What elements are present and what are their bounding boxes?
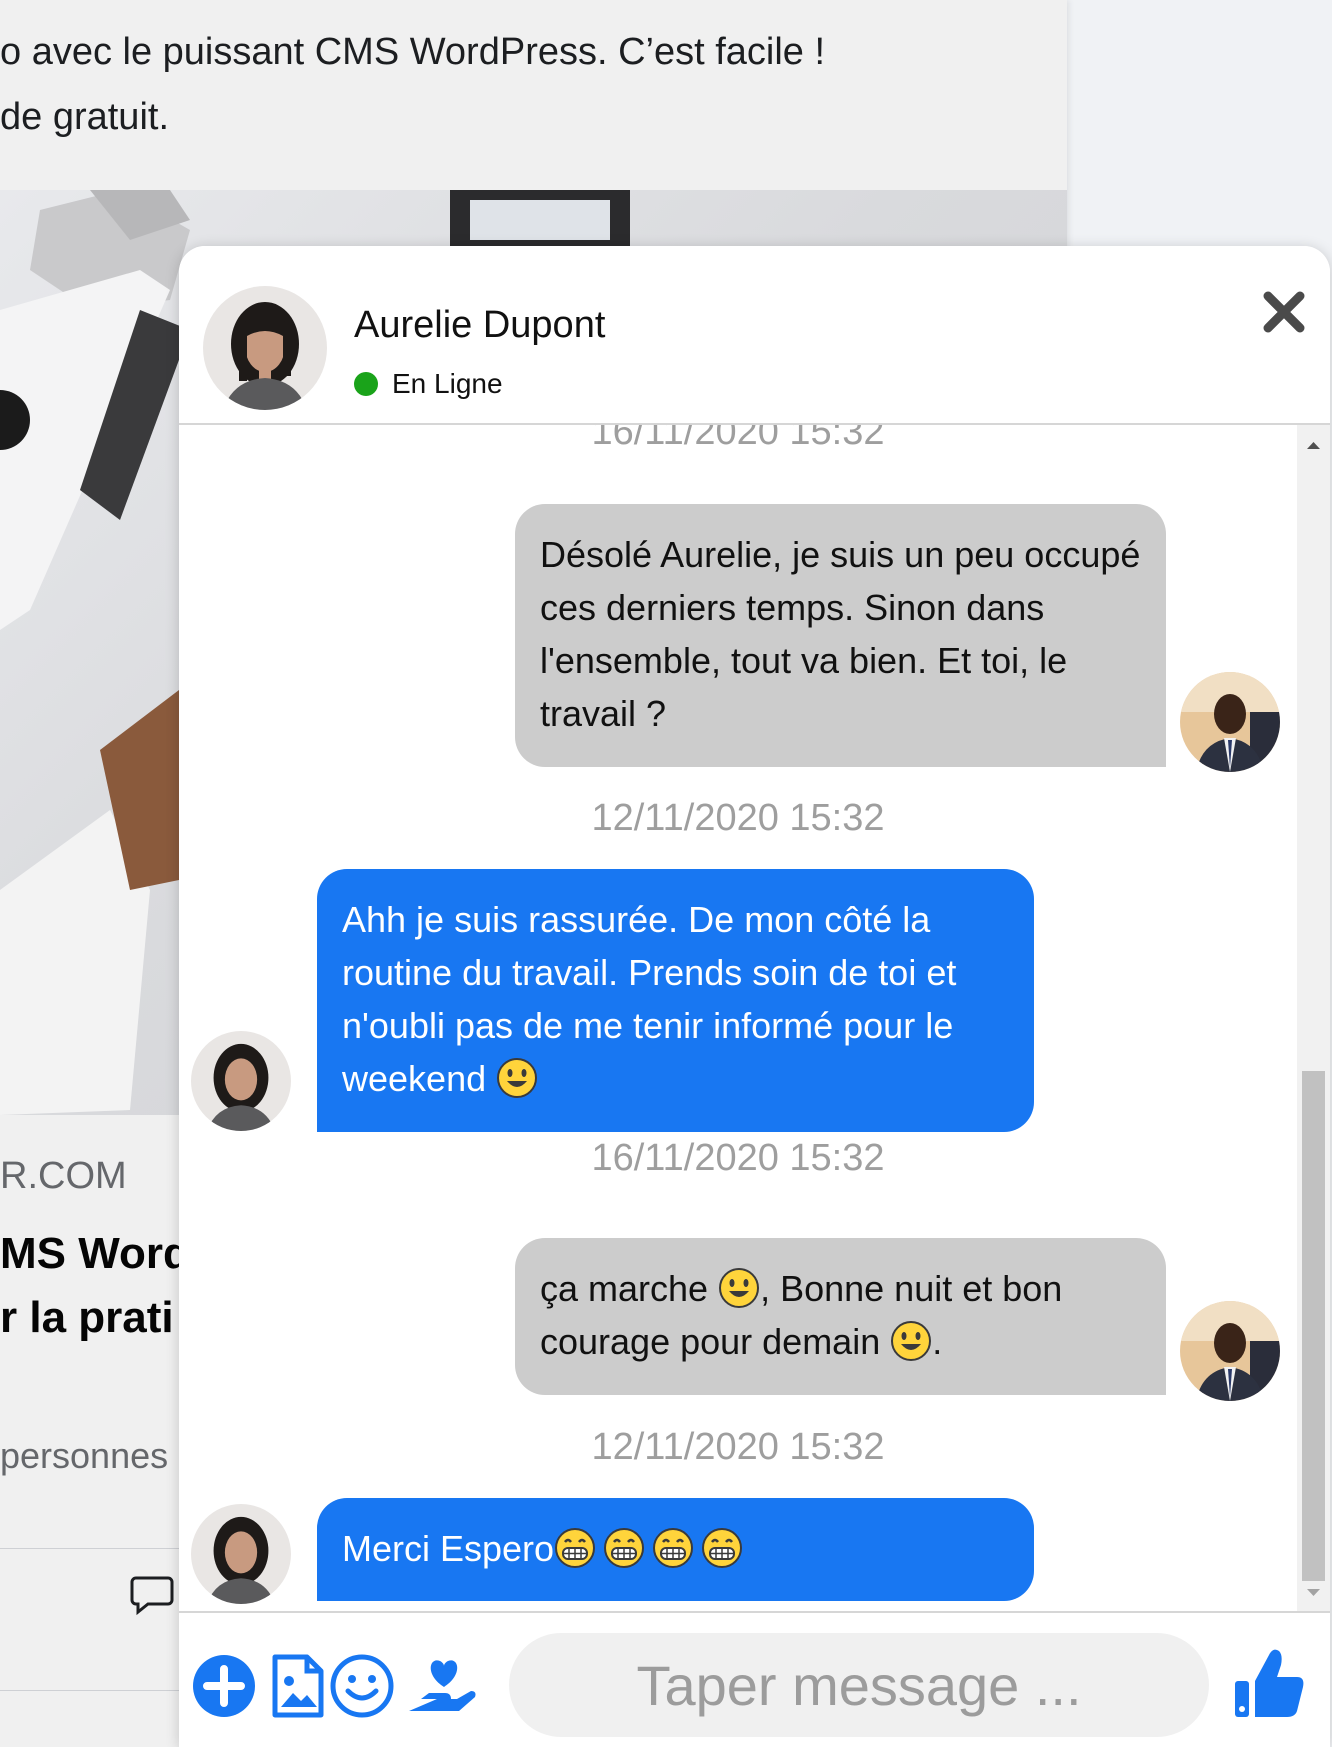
- outgoing-message[interactable]: Désolé Aurelie, je suis un peu occupé ce…: [515, 504, 1166, 767]
- chat-window: Aurelie Dupont En Ligne 16/11/2020 15:32…: [179, 246, 1330, 1747]
- online-dot-icon: [354, 372, 378, 396]
- contact-avatar[interactable]: [203, 286, 327, 410]
- grin-emoji-icon: [702, 1528, 743, 1568]
- grin-emoji-icon: [555, 1528, 596, 1568]
- contact-name: Aurelie Dupont: [354, 304, 606, 346]
- smiley-emoji-icon: [497, 1058, 538, 1098]
- message-timestamp: 16/11/2020 15:32: [591, 425, 885, 453]
- message-input[interactable]: [509, 1633, 1209, 1737]
- online-status: En Ligne: [354, 368, 503, 400]
- post-title[interactable]: MS Word r la prati: [0, 1222, 190, 1350]
- grin-emoji-icon: [653, 1528, 694, 1568]
- incoming-message[interactable]: Merci Espero: [317, 1498, 1034, 1601]
- scroll-down-arrow-icon[interactable]: [1297, 1583, 1330, 1603]
- user-avatar[interactable]: [1180, 672, 1280, 772]
- plus-circle-icon[interactable]: [191, 1653, 257, 1719]
- message-timestamp: 12/11/2020 15:32: [591, 797, 885, 839]
- smiley-emoji-icon: [719, 1268, 760, 1308]
- thumbs-up-icon[interactable]: [1229, 1643, 1309, 1723]
- outgoing-message[interactable]: ça marche , Bonne nuit et bon courage po…: [515, 1238, 1166, 1395]
- chat-header: Aurelie Dupont En Ligne: [179, 246, 1330, 425]
- user-avatar[interactable]: [1180, 1301, 1280, 1401]
- message-scrollbar[interactable]: [1297, 425, 1330, 1611]
- image-file-icon[interactable]: [265, 1653, 331, 1719]
- scroll-up-arrow-icon[interactable]: [1297, 435, 1330, 455]
- message-timestamp: 16/11/2020 15:32: [591, 1137, 885, 1179]
- grin-emoji-row: [554, 1528, 750, 1569]
- contact-avatar-small[interactable]: [191, 1031, 291, 1131]
- close-icon[interactable]: [1260, 288, 1308, 336]
- divider: [0, 1548, 200, 1549]
- grin-emoji-icon: [604, 1528, 645, 1568]
- comment-icon[interactable]: [130, 1572, 174, 1616]
- divider: [0, 1690, 200, 1691]
- smiley-emoji-icon: [891, 1321, 932, 1361]
- scroll-thumb[interactable]: [1302, 1071, 1325, 1581]
- smile-icon[interactable]: [329, 1653, 395, 1719]
- message-timestamp: 12/11/2020 15:32: [591, 1426, 885, 1468]
- incoming-message[interactable]: Ahh je suis rassurée. De mon côté la rou…: [317, 869, 1034, 1132]
- message-list[interactable]: 16/11/2020 15:32 Désolé Aurelie, je suis…: [179, 425, 1297, 1611]
- heart-hand-icon[interactable]: [407, 1653, 481, 1719]
- people-count-text: personnes: [0, 1435, 169, 1476]
- status-text: En Ligne: [392, 368, 503, 399]
- post-description: o avec le puissant CMS WordPress. C’est …: [0, 31, 826, 138]
- post-site-label: R.COM: [0, 1155, 127, 1197]
- chat-composer: [179, 1611, 1330, 1747]
- contact-avatar-small[interactable]: [191, 1504, 291, 1604]
